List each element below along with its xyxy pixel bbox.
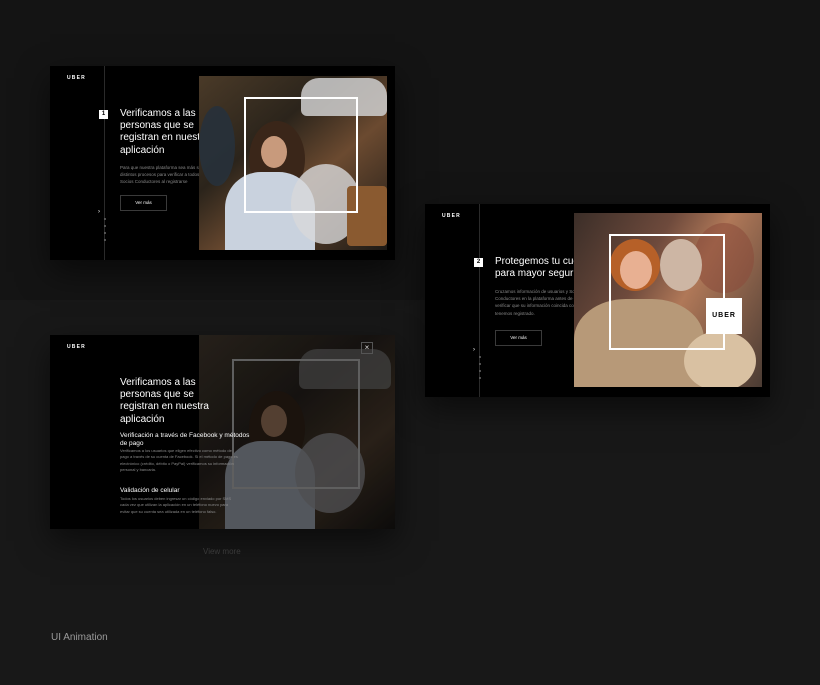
step-number: 1 bbox=[99, 110, 108, 119]
card-title: Verificamos a las personas que se regist… bbox=[120, 377, 209, 425]
section-title-celular: Validación de celular bbox=[120, 487, 180, 494]
caption: UI Animation bbox=[51, 632, 108, 643]
card-step-2: UBER › 2 Protegemos tu cuenta para mayor… bbox=[425, 204, 770, 397]
section-body-celular: Todos los usuarios deben ingresar un cód… bbox=[120, 496, 232, 514]
progress-dots bbox=[478, 356, 481, 384]
section-title-facebook: Verificación a través de Facebook y méto… bbox=[120, 432, 250, 447]
step-number: 2 bbox=[474, 258, 483, 267]
image-frame bbox=[244, 97, 358, 213]
hug-photo bbox=[199, 76, 387, 250]
uber-logo: UBER bbox=[67, 344, 86, 350]
hug-photo: UBER bbox=[574, 213, 762, 387]
person-blur bbox=[199, 106, 235, 186]
progress-dots bbox=[103, 218, 106, 246]
chevron-right-icon[interactable]: › bbox=[473, 347, 475, 353]
uber-badge: UBER bbox=[706, 298, 742, 334]
image-frame bbox=[232, 359, 360, 489]
card-step-1: UBER › 1 Verificamos a las personas que … bbox=[50, 66, 395, 260]
section-body-facebook: Verificamos a los usuarios que eligen ef… bbox=[120, 448, 238, 473]
card-expanded: UBER × Verificamos a las personas que se… bbox=[50, 335, 395, 529]
ver-mas-button[interactable]: Ver más bbox=[495, 330, 542, 346]
ver-mas-button[interactable]: Ver más bbox=[120, 195, 167, 211]
chevron-right-icon[interactable]: › bbox=[98, 209, 100, 215]
uber-logo: UBER bbox=[67, 75, 86, 81]
uber-logo: UBER bbox=[442, 213, 461, 219]
close-icon[interactable]: × bbox=[361, 342, 373, 354]
view-more-link[interactable]: View more bbox=[203, 547, 241, 556]
